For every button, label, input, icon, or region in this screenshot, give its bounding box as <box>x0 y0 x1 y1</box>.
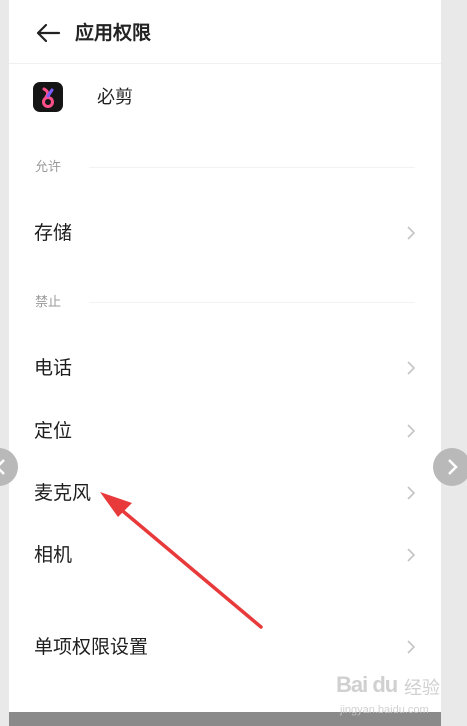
chevron-right-icon <box>407 640 416 654</box>
section-label-denied: 禁止 <box>35 295 62 310</box>
chevron-right-icon <box>407 424 416 438</box>
permission-label: 存储 <box>34 222 73 244</box>
chevron-right-icon <box>407 361 416 375</box>
permission-row-phone[interactable]: 电话 <box>9 341 441 395</box>
app-permissions-screen: 应用权限 必剪 允许 存储 禁止 电话 定位 麦克风 相机 单项权限设置 <box>9 0 441 726</box>
single-permission-settings-row[interactable]: 单项权限设置 <box>9 620 441 674</box>
permission-label: 麦克风 <box>34 482 92 504</box>
bijian-app-icon <box>33 82 63 112</box>
section-label-allowed: 允许 <box>35 160 62 175</box>
chevron-right-icon <box>407 226 416 240</box>
arrow-left-icon[interactable] <box>35 22 61 44</box>
chevron-left-icon <box>0 459 5 475</box>
screen: 应用权限 必剪 允许 存储 禁止 电话 定位 麦克风 相机 单项权限设置 Bai… <box>0 0 467 726</box>
header: 应用权限 <box>9 0 441 64</box>
divider <box>89 302 415 303</box>
watermark-text: 经验 <box>404 678 440 699</box>
permission-label: 定位 <box>34 420 73 442</box>
permission-row-storage[interactable]: 存储 <box>9 206 441 260</box>
permission-label: 相机 <box>34 544 73 566</box>
permission-row-microphone[interactable]: 麦克风 <box>9 466 441 520</box>
single-permission-label: 单项权限设置 <box>34 636 149 658</box>
chevron-right-icon <box>407 486 416 500</box>
permission-label: 电话 <box>34 357 73 379</box>
app-info: 必剪 <box>9 80 441 120</box>
next-arrow-button[interactable] <box>433 448 467 486</box>
baidu-jingyan-watermark: Bai du 经验 jingyan.baidu.com <box>336 672 446 724</box>
watermark-logo: Bai du <box>336 672 398 697</box>
permission-row-camera[interactable]: 相机 <box>9 528 441 582</box>
permission-row-location[interactable]: 定位 <box>9 404 441 458</box>
chevron-right-icon <box>448 459 458 475</box>
watermark-url: jingyan.baidu.com <box>340 704 429 716</box>
divider <box>89 167 415 168</box>
previous-arrow-button[interactable] <box>0 448 18 486</box>
page-title: 应用权限 <box>75 22 152 44</box>
app-name: 必剪 <box>97 87 133 108</box>
chevron-right-icon <box>407 548 416 562</box>
